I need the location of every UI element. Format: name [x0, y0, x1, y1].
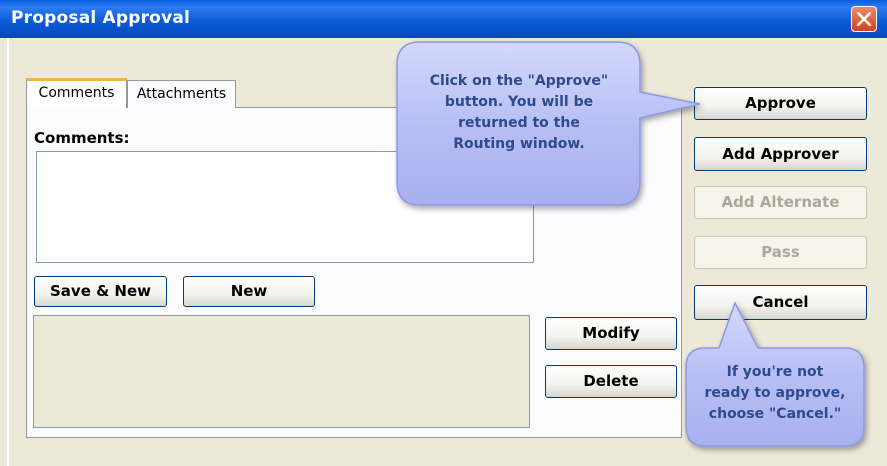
cancel-callout-line: choose "Cancel." [708, 406, 842, 422]
approve-callout-text: Click on the "Approve" button. You will … [402, 71, 636, 155]
cancel-callout-line: If you're not [726, 364, 824, 380]
approve-callout-line: Click on the "Approve" [429, 73, 609, 89]
approve-callout-line: Routing window. [453, 136, 585, 152]
approve-callout-line: button. You will be [444, 94, 594, 110]
proposal-approval-window: Proposal Approval Comments Attachments C… [0, 0, 887, 466]
cancel-callout-text: If you're not ready to approve, choose "… [690, 362, 860, 425]
cancel-callout-line: ready to approve, [704, 385, 846, 401]
approve-callout-line: returned to the [458, 115, 580, 131]
